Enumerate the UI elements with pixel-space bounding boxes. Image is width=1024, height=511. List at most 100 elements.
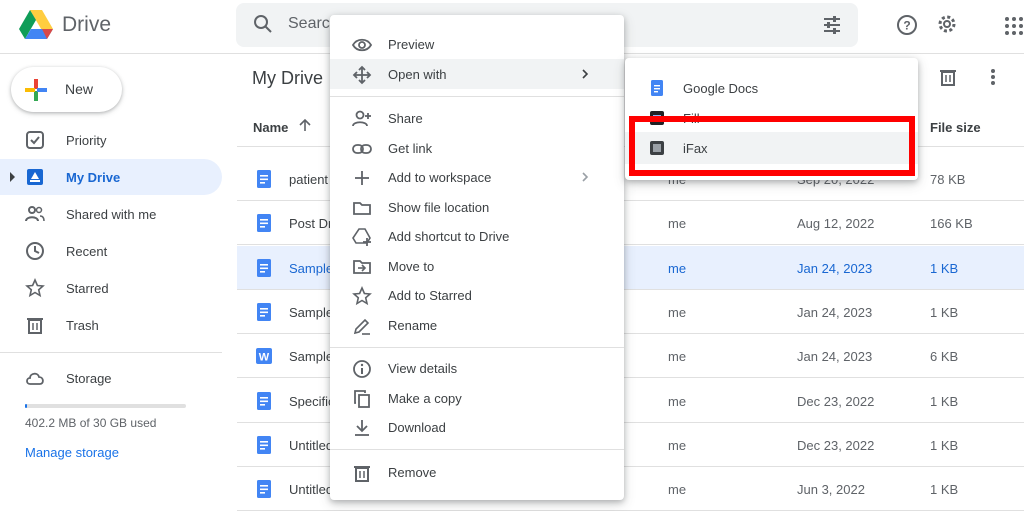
svg-text:?: ?	[903, 19, 910, 33]
sidebar-item-shared[interactable]: Shared with me	[0, 196, 222, 232]
storage-progress-bar	[25, 404, 186, 408]
file-modified: Jan 24, 2023	[797, 261, 873, 276]
file-size: 1 KB	[930, 261, 959, 276]
file-size: 1 KB	[930, 438, 959, 453]
file-owner: me	[668, 394, 687, 409]
sidebar-item-starred[interactable]: Starred	[0, 270, 222, 306]
menu-item-label: Add shortcut to Drive	[388, 229, 510, 244]
column-header-name[interactable]: Name	[253, 120, 288, 135]
file-owner: me	[668, 438, 687, 453]
plus-multicolor-icon	[25, 79, 47, 101]
file-owner: me	[668, 305, 687, 320]
sidebar-item-priority[interactable]: Priority	[0, 122, 222, 158]
menu-item-label: Remove	[388, 465, 437, 480]
file-name: Sample	[289, 305, 334, 320]
sidebar-item-my-drive[interactable]: My Drive	[0, 159, 222, 195]
sidebar-item-label: Storage	[66, 371, 112, 386]
shortcut-icon	[352, 228, 371, 246]
menu-divider	[330, 96, 624, 97]
new-button-label: New	[65, 81, 94, 97]
help-icon[interactable]: ?	[896, 14, 918, 36]
sidebar-divider	[0, 352, 222, 353]
menu-item-move-to[interactable]: Move to	[330, 251, 624, 281]
column-header-file-size[interactable]: File size	[930, 120, 981, 135]
drive-logo-icon[interactable]	[18, 9, 54, 41]
file-modified: Dec 23, 2022	[797, 394, 875, 409]
menu-item-add-to-starred[interactable]: Add to Starred	[330, 280, 624, 310]
menu-item-view-details[interactable]: View details	[330, 353, 624, 383]
menu-item-make-a-copy[interactable]: Make a copy	[330, 383, 624, 413]
menu-item-label: Make a copy	[388, 391, 462, 406]
priority-icon	[26, 131, 44, 149]
trash-icon[interactable]	[938, 67, 958, 87]
file-name: Specific	[289, 394, 335, 409]
sidebar-item-trash[interactable]: Trash	[0, 307, 222, 343]
menu-item-show-file-location[interactable]: Show file location	[330, 192, 624, 222]
file-size: 1 KB	[930, 305, 959, 320]
file-name: patient	[289, 172, 329, 187]
more-vert-icon[interactable]	[983, 67, 1003, 87]
download-icon	[355, 420, 369, 436]
app-title: Drive	[62, 13, 112, 36]
recent-icon	[26, 242, 44, 260]
copy-icon	[354, 390, 370, 408]
chevron-right-icon	[582, 69, 589, 79]
submenu-item-google-docs[interactable]: Google Docs	[625, 72, 918, 104]
menu-item-preview[interactable]: Preview	[330, 29, 624, 59]
search-options-icon[interactable]	[822, 15, 842, 35]
google-doc-icon	[257, 480, 271, 498]
file-size: 78 KB	[930, 172, 966, 187]
expand-arrow-icon[interactable]	[10, 172, 15, 182]
menu-item-share[interactable]: Share	[330, 103, 624, 133]
sort-ascending-icon[interactable]	[298, 118, 312, 132]
file-modified: Aug 12, 2022	[797, 216, 875, 231]
google-doc-icon	[257, 436, 271, 454]
manage-storage-link[interactable]: Manage storage	[25, 445, 119, 460]
menu-item-label: Add to workspace	[388, 170, 492, 185]
menu-item-label: Download	[388, 420, 446, 435]
sidebar-item-label: My Drive	[66, 170, 121, 185]
google-docs-icon	[651, 80, 663, 96]
chevron-right-icon	[582, 172, 589, 182]
storage-used-text: 402.2 MB of 30 GB used	[25, 416, 157, 430]
open-with-icon	[352, 65, 372, 85]
breadcrumb[interactable]: My Drive	[252, 68, 323, 89]
apps-grid-icon[interactable]	[1004, 16, 1024, 36]
file-name: Untitled	[289, 438, 334, 453]
rename-icon	[353, 318, 370, 335]
new-button[interactable]: New	[11, 67, 122, 112]
menu-item-add-to-workspace[interactable]: Add to workspace	[330, 162, 624, 192]
menu-item-download[interactable]: Download	[330, 412, 624, 442]
svg-text:W: W	[259, 352, 270, 364]
sidebar-item-label: Priority	[66, 133, 107, 148]
word-file-icon: W	[256, 348, 272, 364]
menu-item-open-with[interactable]: Open with	[330, 59, 624, 89]
cloud-icon	[26, 372, 44, 385]
google-doc-icon	[257, 214, 271, 232]
menu-item-add-shortcut[interactable]: Add shortcut to Drive	[330, 221, 624, 251]
sidebar-item-label: Starred	[66, 281, 109, 296]
search-icon[interactable]	[253, 14, 273, 34]
menu-item-label: Add to Starred	[388, 288, 472, 303]
menu-item-rename[interactable]: Rename	[330, 310, 624, 340]
menu-item-label: View details	[388, 361, 458, 376]
sidebar-item-recent[interactable]: Recent	[0, 233, 222, 269]
menu-item-remove[interactable]: Remove	[330, 457, 624, 487]
google-doc-icon	[257, 303, 271, 321]
sidebar-item-storage[interactable]: Storage	[0, 360, 222, 396]
gear-icon[interactable]	[936, 13, 958, 35]
file-name: Sample	[289, 261, 334, 276]
context-menu: Preview Open with Share Get link Add to …	[330, 15, 624, 500]
file-modified: Jan 24, 2023	[797, 305, 873, 320]
share-icon	[352, 110, 371, 127]
link-icon	[352, 144, 372, 154]
menu-item-get-link[interactable]: Get link	[330, 133, 624, 163]
sidebar-item-label: Shared with me	[66, 207, 157, 222]
file-name: Sample	[289, 349, 334, 364]
file-size: 166 KB	[930, 216, 973, 231]
menu-item-label: Rename	[388, 318, 438, 333]
highlight-annotation	[629, 116, 915, 176]
menu-item-label: Move to	[388, 259, 435, 274]
my-drive-icon	[27, 169, 43, 185]
menu-item-label: Open with	[388, 67, 447, 82]
